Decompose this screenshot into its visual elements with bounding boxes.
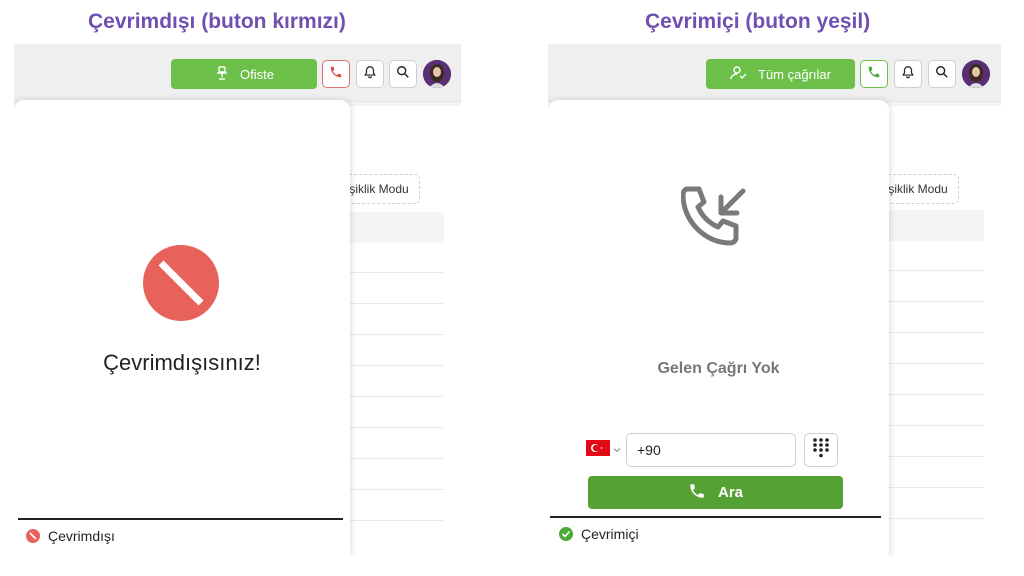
notification-button[interactable] bbox=[356, 60, 384, 88]
phone-number-input[interactable]: +90 bbox=[626, 433, 796, 467]
online-caption: Çevrimiçi (buton yeşil) bbox=[645, 10, 871, 33]
status-button-label: Tüm çağrılar bbox=[758, 66, 831, 82]
footer-divider bbox=[550, 516, 881, 518]
call-button[interactable]: Ara bbox=[588, 476, 843, 509]
search-icon bbox=[396, 65, 410, 84]
person-check-icon bbox=[730, 65, 748, 84]
bell-icon bbox=[901, 65, 915, 84]
bell-icon bbox=[363, 65, 377, 84]
footer-status-label: Çevrimiçi bbox=[581, 526, 639, 542]
search-button[interactable] bbox=[389, 60, 417, 88]
phone-popup: Çevrimdışısınız! Çevrimdışı bbox=[14, 100, 350, 556]
top-bar: Ofiste bbox=[14, 44, 461, 102]
top-bar: Tüm çağrılar bbox=[548, 44, 1001, 102]
mode-button-label: ğişiklik Modu bbox=[879, 182, 948, 196]
incoming-call-icon bbox=[680, 185, 751, 260]
avatar[interactable] bbox=[423, 60, 451, 88]
avatar[interactable] bbox=[962, 60, 990, 88]
offline-message: Çevrimdışısınız! bbox=[103, 350, 261, 375]
footer-divider bbox=[18, 518, 343, 520]
desk-chair-icon bbox=[214, 65, 230, 84]
status-button[interactable]: Ofiste bbox=[171, 59, 317, 89]
phone-button[interactable] bbox=[322, 60, 350, 88]
search-button[interactable] bbox=[928, 60, 956, 88]
status-footer[interactable]: Çevrimdışı bbox=[26, 528, 115, 544]
call-button-label: Ara bbox=[717, 484, 743, 501]
dialpad-button[interactable] bbox=[804, 433, 838, 467]
dialpad-icon bbox=[812, 437, 830, 464]
footer-status-label: Çevrimdışı bbox=[48, 528, 115, 544]
search-icon bbox=[935, 65, 949, 84]
offline-screen: Ofiste ğişiklik Modu Çevrimdışısınız! Çe… bbox=[14, 44, 461, 556]
chevron-down-icon bbox=[613, 441, 621, 459]
phone-icon bbox=[688, 482, 706, 504]
offline-status-icon bbox=[26, 529, 40, 543]
status-button[interactable]: Tüm çağrılar bbox=[706, 59, 855, 89]
offline-caption: Çevrimdışı (buton kırmızı) bbox=[88, 10, 346, 33]
online-screen: Tüm çağrılar ğişiklik Modu Gelen Çağrı Y… bbox=[548, 44, 1001, 556]
status-footer[interactable]: Çevrimiçi bbox=[559, 526, 639, 542]
phone-popup: Gelen Çağrı Yok +90 Ara Çevrimiçi bbox=[548, 100, 889, 556]
mode-button-label: ğişiklik Modu bbox=[340, 182, 409, 196]
phone-button[interactable] bbox=[860, 60, 888, 88]
empty-state-text: Gelen Çağrı Yok bbox=[657, 360, 780, 377]
turkey-flag-icon bbox=[586, 439, 610, 461]
offline-icon bbox=[141, 243, 221, 328]
country-selector[interactable] bbox=[586, 438, 624, 462]
phone-icon bbox=[329, 65, 343, 84]
phone-icon bbox=[867, 65, 881, 84]
status-button-label: Ofiste bbox=[240, 66, 274, 82]
notification-button[interactable] bbox=[894, 60, 922, 88]
online-status-icon bbox=[559, 527, 573, 541]
